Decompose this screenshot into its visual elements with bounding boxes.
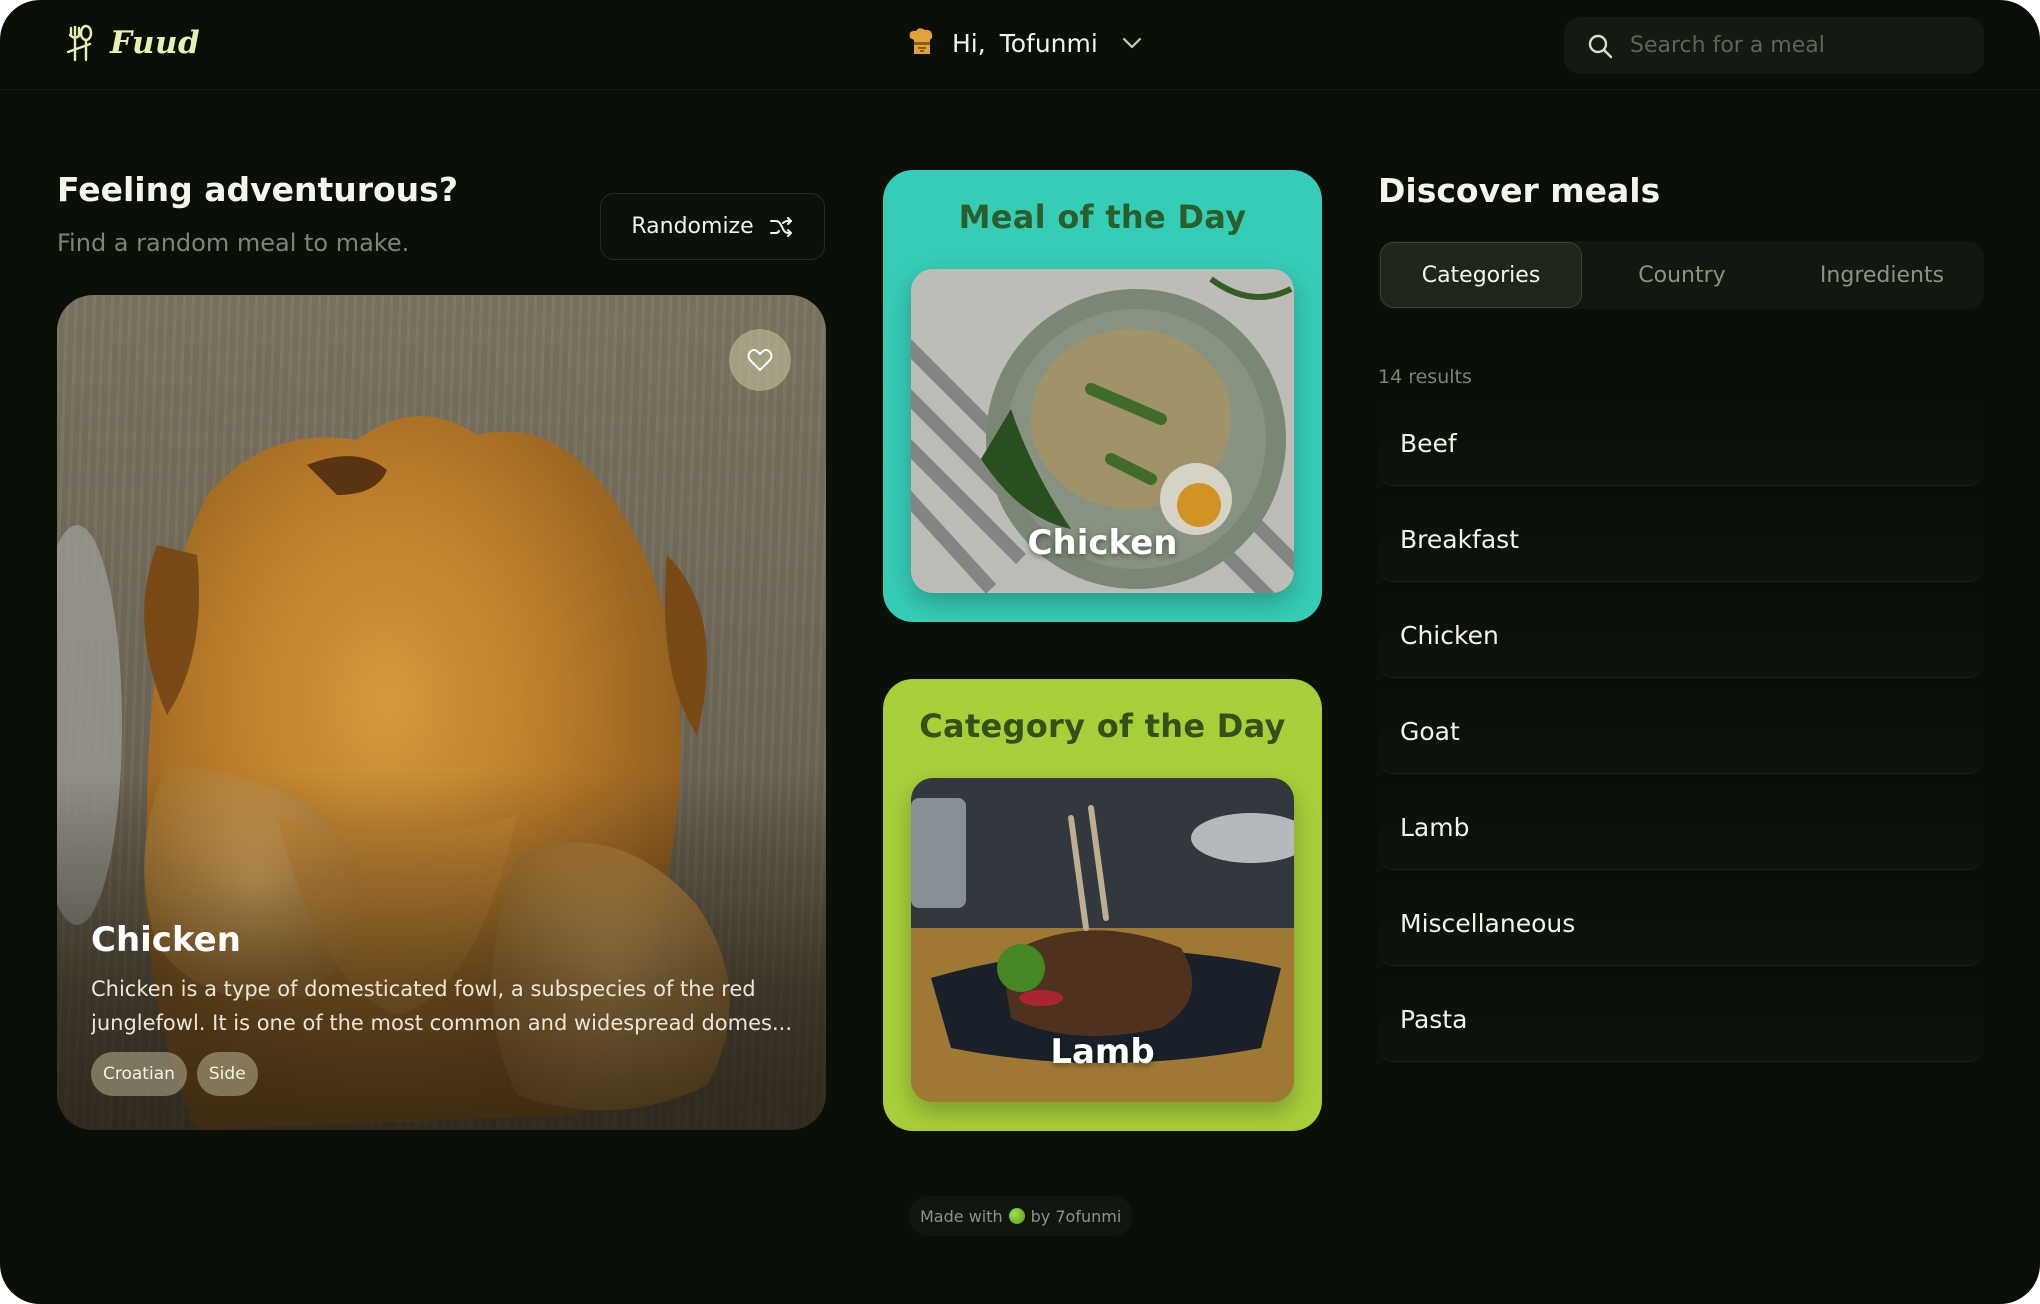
tab-categories[interactable]: Categories (1380, 242, 1582, 308)
search-input[interactable] (1630, 33, 1950, 58)
meal-of-the-day-image: Chicken (911, 269, 1294, 593)
user-menu[interactable]: Hi, Tofunmi (904, 26, 1144, 60)
discover-tabs: Categories Country Ingredients (1378, 241, 1984, 309)
randomize-label: Randomize (631, 214, 754, 239)
randomize-button[interactable]: Randomize (600, 193, 825, 260)
adventure-title: Feeling adventurous? (57, 170, 458, 209)
made-with-text: Made with (920, 1206, 1003, 1226)
heart-icon (747, 349, 773, 371)
app-frame: Fuud Hi, Tofunmi Feeling adventurous? Fi… (0, 0, 2040, 1304)
category-of-the-day-heading: Category of the Day (919, 707, 1286, 745)
author-link[interactable]: by 7ofunmi (1031, 1207, 1122, 1226)
tag-category[interactable]: Side (196, 1052, 258, 1096)
adventure-subtitle: Find a random meal to make. (57, 229, 410, 257)
random-meal-title: Chicken (91, 920, 241, 960)
meal-of-the-day-card[interactable]: Meal of the Day Chicken (883, 170, 1322, 622)
search-icon (1588, 34, 1613, 58)
list-item[interactable]: Goat (1378, 690, 1984, 774)
tag-area[interactable]: Croatian (91, 1052, 187, 1096)
tab-ingredients[interactable]: Ingredients (1782, 242, 1982, 308)
chevron-down-icon[interactable] (1120, 31, 1144, 55)
category-list: Beef Breakfast Chicken Goat Lamb Miscell… (1378, 402, 1984, 1074)
tab-country[interactable]: Country (1582, 242, 1782, 308)
discover-title: Discover meals (1378, 171, 1661, 210)
footer-credit: Made with by 7ofunmi (908, 1196, 1134, 1236)
list-item[interactable]: Lamb (1378, 786, 1984, 870)
meal-tags: Croatian Side (91, 1052, 258, 1096)
results-count: 14 results (1378, 366, 1472, 388)
chef-avatar-icon (909, 28, 933, 54)
list-item[interactable]: Miscellaneous (1378, 882, 1984, 966)
description-line-1: Chicken is a type of domesticated fowl, … (91, 977, 756, 1001)
greeting-prefix: Hi, (952, 28, 986, 58)
category-of-the-day-image: Lamb (911, 778, 1294, 1102)
search-bar[interactable] (1564, 17, 1984, 74)
user-name: Tofunmi (999, 28, 1098, 58)
green-apple-icon (1008, 1208, 1025, 1224)
favorite-button[interactable] (729, 329, 791, 391)
top-bar: Fuud Hi, Tofunmi (0, 0, 2040, 90)
meal-of-the-day-heading: Meal of the Day (958, 198, 1247, 236)
meal-of-the-day-label: Chicken (1027, 523, 1178, 563)
shuffle-icon (769, 216, 792, 237)
list-item[interactable]: Breakfast (1378, 498, 1984, 582)
brand-name: Fuud (110, 25, 201, 61)
category-of-the-day-label: Lamb (1050, 1032, 1155, 1072)
random-meal-description: Chicken is a type of domesticated fowl, … (91, 972, 811, 1040)
category-of-the-day-card[interactable]: Category of the Day Lamb (883, 679, 1322, 1131)
list-item[interactable]: Beef (1378, 402, 1984, 486)
list-item[interactable]: Pasta (1378, 978, 1984, 1062)
logo[interactable]: Fuud (62, 22, 200, 64)
list-item[interactable]: Chicken (1378, 594, 1984, 678)
random-meal-card[interactable]: Chicken Chicken is a type of domesticate… (57, 295, 826, 1130)
description-line-2: junglefowl. It is one of the most common… (91, 1011, 792, 1035)
fork-spoon-logo-icon (66, 24, 93, 62)
